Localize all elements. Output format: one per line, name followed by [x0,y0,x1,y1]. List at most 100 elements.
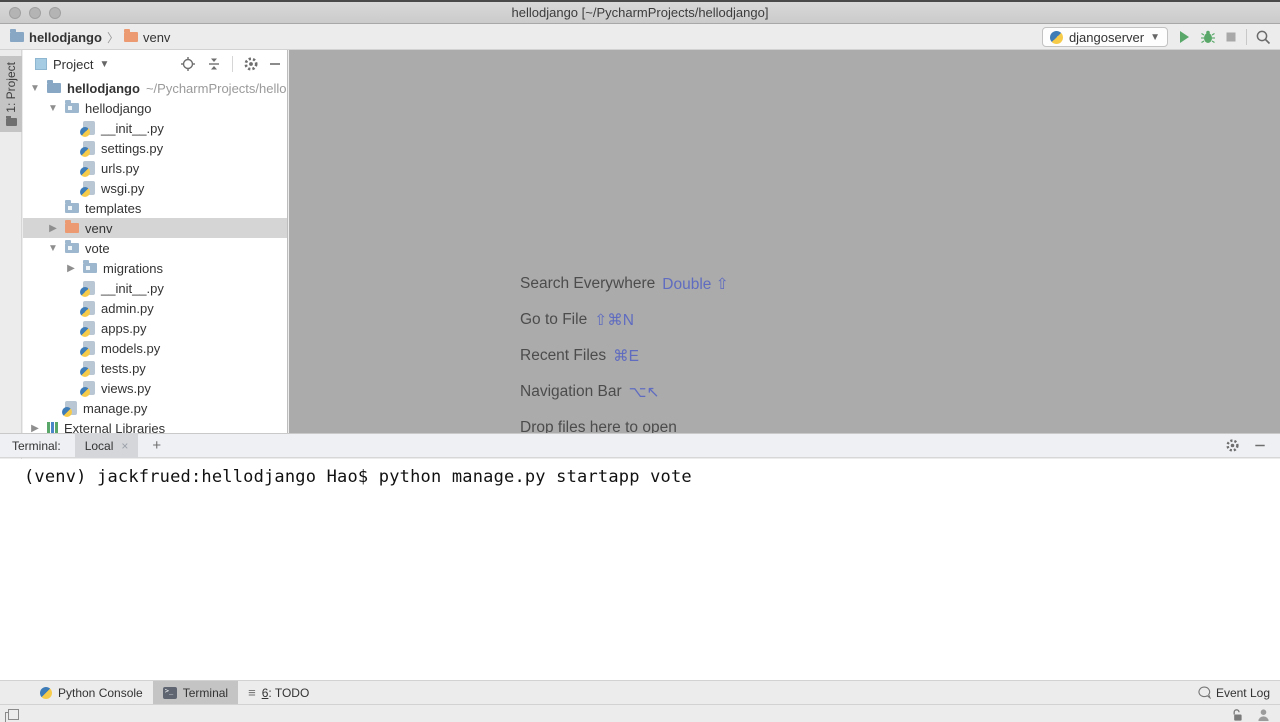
tree-item-hellodjango-pkg[interactable]: ▼ hellodjango [23,98,287,118]
shortcut-keys: ⌘E [613,347,639,366]
python-file-icon [83,141,95,155]
breadcrumb-current-label: venv [143,30,170,45]
settings-gear-icon[interactable] [243,56,259,72]
tree-item-init-py[interactable]: __init__.py [23,118,287,138]
chevron-down-icon: ▼ [1150,32,1160,43]
chevron-right-icon: 〉 [107,29,119,46]
python-file-icon [83,181,95,195]
breadcrumb-root-label: hellodjango [29,30,102,45]
python-file-icon [83,361,95,375]
navigation-bar: hellodjango 〉 venv djangoserver ▼ [0,25,1280,50]
run-config-select[interactable]: djangoserver ▼ [1042,27,1168,47]
breadcrumb-root[interactable]: hellodjango [10,30,102,45]
breadcrumb: hellodjango 〉 venv [10,29,1042,46]
collapse-all-icon[interactable] [206,56,222,72]
stripe-project-button[interactable]: 1: Project [0,56,22,132]
tree-item-models-py[interactable]: models.py [23,338,287,358]
tree-item-vote-init-py[interactable]: __init__.py [23,278,287,298]
speech-bubble-icon [1198,686,1211,699]
folder-icon [65,103,79,113]
breadcrumb-current[interactable]: venv [124,30,170,45]
unlock-icon[interactable] [1230,708,1243,722]
folder-icon [47,83,61,93]
shortcut-keys: ⌥↖ [629,383,660,402]
tree-item-root-hellodjango[interactable]: ▼ hellodjango ~/PycharmProjects/hello [23,78,287,98]
project-view-selector[interactable]: Project [53,57,93,72]
project-tree: ▼ hellodjango ~/PycharmProjects/hello ▼ … [23,78,287,433]
new-session-icon[interactable]: + [152,437,161,454]
chevron-collapsed-icon[interactable]: ▶ [47,223,59,234]
hide-tool-window-icon[interactable] [269,56,281,72]
run-toolbar: djangoserver ▼ [1042,27,1272,47]
project-header: Project ▼ [23,50,287,78]
tree-item-external-libraries[interactable]: ▶ External Libraries [23,418,287,433]
folder-icon [65,203,79,213]
hint-go-to-file: Go to File ⇧⌘N [520,302,729,338]
tree-item-settings-py[interactable]: settings.py [23,138,287,158]
run-config-label: djangoserver [1069,30,1144,45]
terminal-output[interactable]: (venv) jackfrued:hellodjango Hao$ python… [0,459,1280,680]
locate-file-icon[interactable] [180,56,196,72]
titlebar: hellodjango [~/PycharmProjects/hellodjan… [0,2,1280,24]
chevron-expanded-icon[interactable]: ▼ [47,103,59,114]
terminal-tab-label: Local [85,439,114,453]
inspections-hector-icon[interactable] [1257,708,1270,722]
chevron-expanded-icon[interactable]: ▼ [29,83,41,94]
status-bar [0,704,1280,722]
project-view-icon [35,58,47,70]
python-file-icon [83,161,95,175]
terminal-tab-local[interactable]: Local × [75,433,139,458]
python-file-icon [83,281,95,295]
hint-recent-files: Recent Files ⌘E [520,338,729,374]
chevron-expanded-icon[interactable]: ▼ [47,243,59,254]
shortcut-hints: Search Everywhere Double ⇧ Go to File ⇧⌘… [520,266,729,446]
stripe-project-label: 1: Project [4,62,18,113]
python-file-icon [83,121,95,135]
todo-list-icon: ≡ [248,685,256,700]
tree-item-tests-py[interactable]: tests.py [23,358,287,378]
chevron-collapsed-icon[interactable]: ▶ [65,263,77,274]
tree-item-migrations[interactable]: ▶ migrations [23,258,287,278]
python-logo-icon [40,687,52,699]
tree-item-urls-py[interactable]: urls.py [23,158,287,178]
hint-navigation-bar: Navigation Bar ⌥↖ [520,374,729,410]
todo-button[interactable]: ≡ 6: TODO [238,681,319,705]
tree-item-manage-py[interactable]: manage.py [23,398,287,418]
debug-button[interactable] [1200,29,1216,45]
python-file-icon [65,401,77,415]
terminal-settings-gear-icon[interactable] [1225,438,1240,453]
terminal-icon [163,687,177,699]
run-button[interactable] [1176,29,1192,45]
event-log-button[interactable]: Event Log [1198,686,1270,700]
chevron-down-icon[interactable]: ▼ [99,59,109,70]
tool-window-bar: Python Console Terminal ≡ 6: TODO Event … [0,680,1280,704]
python-console-button[interactable]: Python Console [30,681,153,705]
chevron-collapsed-icon[interactable]: ▶ [29,423,41,434]
toggle-tool-buttons-icon[interactable] [8,709,19,720]
folder-icon [10,32,24,42]
stop-button[interactable] [1224,30,1238,44]
project-tool-window: Project ▼ [23,50,288,433]
python-file-icon [83,381,95,395]
toolbar-separator [1246,29,1247,45]
folder-icon [124,32,138,42]
pycharm-window: hellodjango [~/PycharmProjects/hellodjan… [0,0,1280,722]
terminal-button[interactable]: Terminal [153,681,238,705]
hide-terminal-icon[interactable] [1254,438,1266,453]
tree-item-templates[interactable]: templates [23,198,287,218]
external-libraries-icon [47,422,58,433]
tree-item-admin-py[interactable]: admin.py [23,298,287,318]
folder-icon [65,243,79,253]
shortcut-keys: ⇧⌘N [594,311,634,330]
close-tab-icon[interactable]: × [121,439,128,453]
project-tool-icon [6,118,17,126]
header-separator [232,56,233,72]
editor-empty-area: Search Everywhere Double ⇧ Go to File ⇧⌘… [289,50,1280,433]
tree-item-vote[interactable]: ▼ vote [23,238,287,258]
tree-item-apps-py[interactable]: apps.py [23,318,287,338]
tree-item-views-py[interactable]: views.py [23,378,287,398]
python-file-icon [83,301,95,315]
tree-item-wsgi-py[interactable]: wsgi.py [23,178,287,198]
search-everywhere-icon[interactable] [1255,29,1272,46]
tree-item-venv[interactable]: ▶ venv [23,218,287,238]
